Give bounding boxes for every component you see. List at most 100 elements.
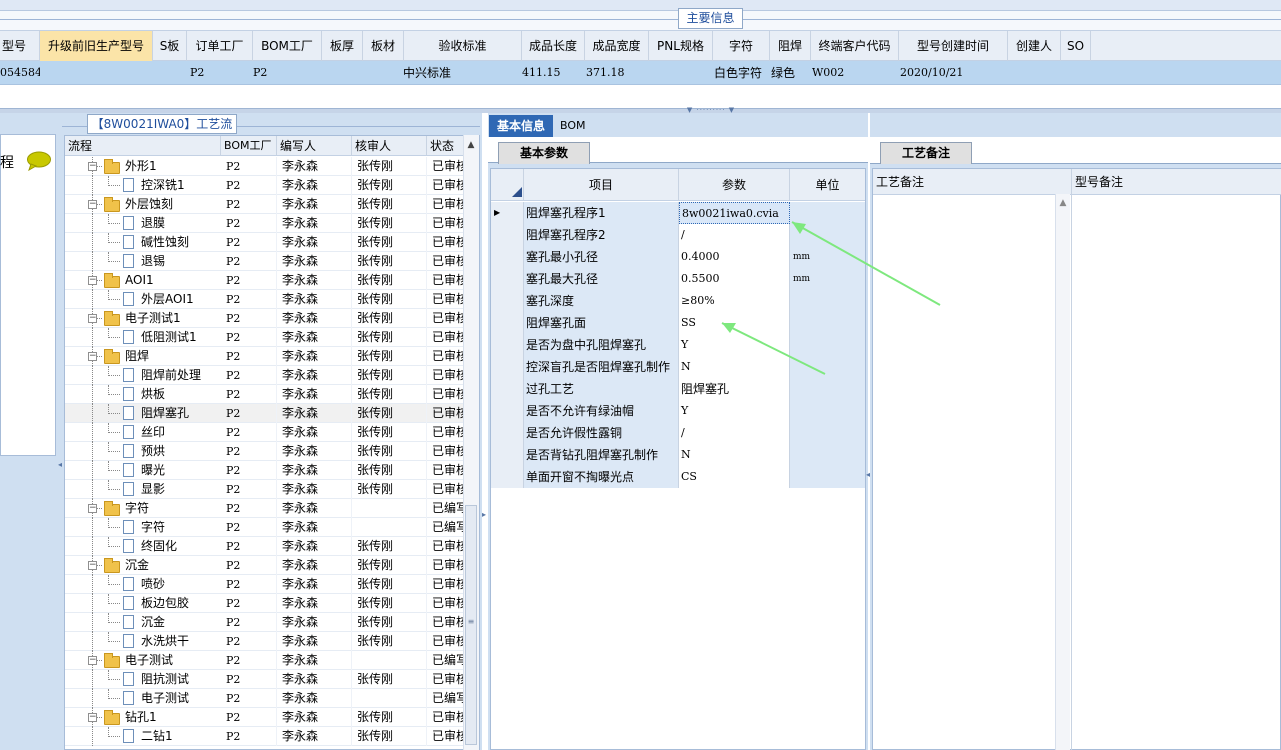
col-s-board[interactable]: S板 xyxy=(153,31,187,62)
process-row[interactable]: 退锡 P2 李永森 张传刚 已审核 xyxy=(65,252,468,271)
process-row[interactable]: − 字符 P2 李永森 已编写 xyxy=(65,499,468,518)
col-creator[interactable]: 创建人 xyxy=(1008,31,1061,62)
col-flow[interactable]: 流程 xyxy=(65,136,221,156)
param-value[interactable]: 8w0021iwa0.cvia xyxy=(679,202,790,224)
col-acceptance[interactable]: 验收标准 xyxy=(404,31,522,62)
param-row[interactable]: 单面开窗不掏曝光点 CS xyxy=(491,466,865,488)
process-row[interactable]: 水洗烘干 P2 李永森 张传刚 已审核 xyxy=(65,632,468,651)
process-row[interactable]: 控深铣1 P2 李永森 张传刚 已审核 xyxy=(65,176,468,195)
col-unit[interactable]: 单位 xyxy=(790,169,865,201)
row-indicator[interactable] xyxy=(491,378,524,400)
tree-collapse-icon[interactable]: − xyxy=(88,504,97,513)
model-grid-row[interactable]: 054584 P2 P2 中兴标准 411.15 371.18 白色字符 绿色 … xyxy=(0,61,1281,85)
col-width[interactable]: 成品宽度 xyxy=(585,31,649,62)
process-row[interactable]: − 钻孔1 P2 李永森 张传刚 已审核 xyxy=(65,708,468,727)
process-panel-grip-icon[interactable]: ▸ xyxy=(482,510,486,519)
param-value[interactable]: 0.5500 xyxy=(679,268,790,290)
col-length[interactable]: 成品长度 xyxy=(522,31,585,62)
param-row[interactable]: 塞孔最小孔径 0.4000 mm xyxy=(491,246,865,268)
row-indicator[interactable] xyxy=(491,224,524,246)
param-row[interactable]: 是否允许假性露铜 / xyxy=(491,422,865,444)
row-indicator[interactable] xyxy=(491,290,524,312)
process-row[interactable]: 丝印 P2 李永森 张传刚 已审核 xyxy=(65,423,468,442)
param-row[interactable]: 是否为盘中孔阻焊塞孔 Y xyxy=(491,334,865,356)
col-pnl[interactable]: PNL规格 xyxy=(649,31,713,62)
param-row[interactable]: ▶ 阻焊塞孔程序1 8w0021iwa0.cvia xyxy=(491,202,865,224)
param-value[interactable]: N xyxy=(679,356,790,378)
col-created-time[interactable]: 型号创建时间 xyxy=(899,31,1008,62)
col-param[interactable]: 参数 xyxy=(679,169,790,201)
row-indicator[interactable] xyxy=(491,268,524,290)
process-row[interactable]: 显影 P2 李永森 张传刚 已审核 xyxy=(65,480,468,499)
col-customer-code[interactable]: 终端客户代码 xyxy=(811,31,899,62)
param-row[interactable]: 阻焊塞孔面 SS xyxy=(491,312,865,334)
process-row[interactable]: − 外形1 P2 李永森 张传刚 已审核 xyxy=(65,157,468,176)
process-row[interactable]: − 电子测试1 P2 李永森 张传刚 已审核 xyxy=(65,309,468,328)
process-row[interactable]: 阻抗测试 P2 李永森 张传刚 已审核 xyxy=(65,670,468,689)
row-pointer-icon[interactable]: ▶ xyxy=(491,202,524,224)
process-row[interactable]: 烘板 P2 李永森 张传刚 已审核 xyxy=(65,385,468,404)
param-value[interactable]: N xyxy=(679,444,790,466)
col-reviewer[interactable]: 核审人 xyxy=(352,136,427,156)
param-row[interactable]: 是否背钻孔阻焊塞孔制作 N xyxy=(491,444,865,466)
tree-collapse-icon[interactable]: − xyxy=(88,162,97,171)
tree-collapse-icon[interactable]: − xyxy=(88,656,97,665)
row-indicator[interactable] xyxy=(491,444,524,466)
col-thickness[interactable]: 板厚 xyxy=(322,31,363,62)
process-row[interactable]: 曝光 P2 李永森 张传刚 已审核 xyxy=(65,461,468,480)
row-indicator[interactable] xyxy=(491,334,524,356)
process-row[interactable]: − 电子测试 P2 李永森 已编写 xyxy=(65,651,468,670)
param-value[interactable]: 0.4000 xyxy=(679,246,790,268)
tree-collapse-icon[interactable]: − xyxy=(88,713,97,722)
param-value[interactable]: Y xyxy=(679,334,790,356)
process-row[interactable]: 喷砂 P2 李永森 张传刚 已审核 xyxy=(65,575,468,594)
process-row[interactable]: 板边包胶 P2 李永森 张传刚 已审核 xyxy=(65,594,468,613)
row-indicator[interactable] xyxy=(491,466,524,488)
param-value[interactable]: CS xyxy=(679,466,790,488)
param-value[interactable]: 阻焊塞孔 xyxy=(679,378,790,400)
tree-collapse-icon[interactable]: − xyxy=(88,276,97,285)
col-model-remark[interactable]: 型号备注 xyxy=(1072,169,1281,195)
process-flow-tab[interactable]: 【8W0021IWA0】工艺流程 xyxy=(87,114,237,149)
process-row[interactable]: − 阻焊 P2 李永森 张传刚 已审核 xyxy=(65,347,468,366)
process-row[interactable]: 字符 P2 李永森 已编写 xyxy=(65,518,468,537)
col-model[interactable]: 型号 xyxy=(0,31,40,62)
process-row[interactable]: 预烘 P2 李永森 张传刚 已审核 xyxy=(65,442,468,461)
chat-bubble-icon[interactable] xyxy=(26,151,52,171)
process-row[interactable]: 低阻测试1 P2 李永森 张传刚 已审核 xyxy=(65,328,468,347)
tab-process-remark[interactable]: 工艺备注 xyxy=(880,142,972,164)
process-row[interactable]: 外层AOI1 P2 李永森 张传刚 已审核 xyxy=(65,290,468,309)
process-row[interactable]: − 沉金 P2 李永森 张传刚 已审核 xyxy=(65,556,468,575)
process-row[interactable]: − AOI1 P2 李永森 张传刚 已审核 xyxy=(65,271,468,290)
scroll-up-icon[interactable]: ▲ xyxy=(1057,198,1069,208)
process-row[interactable]: 阻焊塞孔 P2 李永森 张传刚 已审核 xyxy=(65,404,468,423)
col-order-factory[interactable]: 订单工厂 xyxy=(187,31,253,62)
col-character[interactable]: 字符 xyxy=(713,31,770,62)
tab-basic-info[interactable]: 基本信息 xyxy=(489,115,553,137)
process-row[interactable]: 碱性蚀刻 P2 李永森 张传刚 已审核 xyxy=(65,233,468,252)
tab-basic-params[interactable]: 基本参数 xyxy=(498,142,590,164)
process-row[interactable]: 退膜 P2 李永森 张传刚 已审核 xyxy=(65,214,468,233)
param-value[interactable]: / xyxy=(679,422,790,444)
param-row[interactable]: 塞孔最大孔径 0.5500 mm xyxy=(491,268,865,290)
process-row[interactable]: 电子测试 P2 李永森 已编写 xyxy=(65,689,468,708)
col-material[interactable]: 板材 xyxy=(363,31,404,62)
row-indicator[interactable] xyxy=(491,400,524,422)
row-indicator[interactable] xyxy=(491,246,524,268)
param-value[interactable]: ≥80% xyxy=(679,290,790,312)
tree-collapse-icon[interactable]: − xyxy=(88,352,97,361)
remark-scrollbar[interactable] xyxy=(1055,194,1070,750)
param-value[interactable]: SS xyxy=(679,312,790,334)
param-row[interactable]: 控深盲孔是否阻焊塞孔制作 N xyxy=(491,356,865,378)
row-indicator[interactable] xyxy=(491,356,524,378)
tab-bom[interactable]: BOM xyxy=(560,115,592,137)
row-indicator[interactable] xyxy=(491,422,524,444)
param-row[interactable]: 过孔工艺 阻焊塞孔 xyxy=(491,378,865,400)
col-bom-factory[interactable]: BOM工厂 xyxy=(253,31,322,62)
row-indicator[interactable] xyxy=(491,312,524,334)
param-row[interactable]: 是否不允许有绿油帽 Y xyxy=(491,400,865,422)
tree-collapse-icon[interactable]: − xyxy=(88,200,97,209)
col-process-remark[interactable]: 工艺备注 xyxy=(873,169,1072,195)
param-value[interactable]: Y xyxy=(679,400,790,422)
param-value[interactable]: / xyxy=(679,224,790,246)
